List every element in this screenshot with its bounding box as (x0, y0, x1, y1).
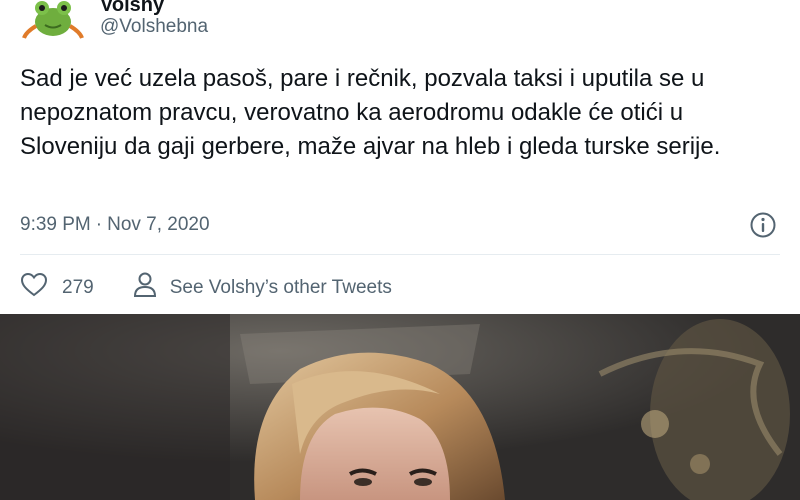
like-count: 279 (62, 276, 94, 298)
tweet-date: Nov 7, 2020 (107, 214, 210, 235)
author-handle[interactable]: @Volshebna (100, 16, 208, 38)
see-other-tweets-label: See Volshy’s other Tweets (169, 276, 392, 298)
heart-icon (20, 272, 48, 303)
tweet-time: 9:39 PM (20, 214, 91, 235)
author-name[interactable]: Volshy (100, 0, 164, 17)
tweet-actions: 279 See Volshy’s other Tweets (20, 271, 392, 304)
like-button[interactable]: 279 (20, 272, 94, 303)
frog-avatar-icon[interactable] (20, 0, 86, 40)
person-icon (132, 271, 158, 304)
meta-separator: · (95, 214, 103, 235)
tweet-timestamp[interactable]: 9:39 PM · Nov 7, 2020 (20, 214, 210, 236)
see-other-tweets-link[interactable]: See Volshy’s other Tweets (132, 271, 392, 304)
tweet-text: Sad je već uzela pasoš, pare i rečnik, p… (20, 65, 721, 160)
tweet-card: Volshy @Volshebna Sad je već uzela pasoš… (0, 0, 800, 315)
photo-of-woman (0, 314, 800, 500)
divider (20, 254, 780, 255)
info-icon[interactable] (749, 211, 777, 239)
